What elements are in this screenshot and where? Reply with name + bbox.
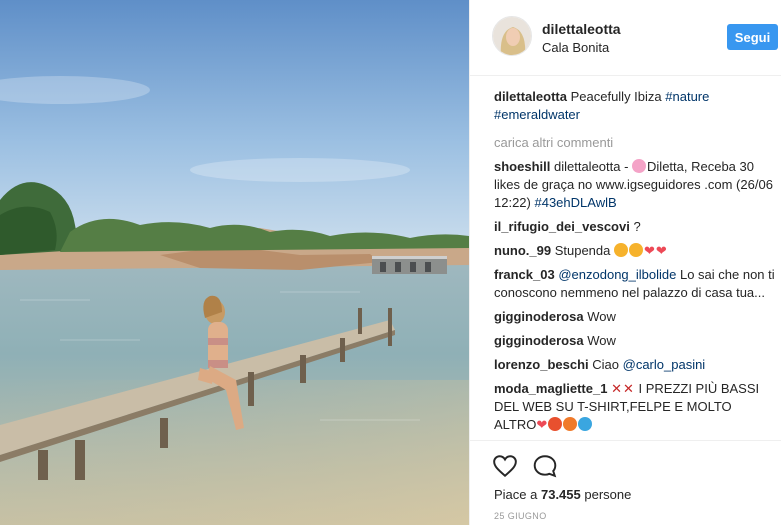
comment-text: Stupenda bbox=[554, 243, 611, 258]
comments-list: dilettaleotta Peacefully Ibiza #nature #… bbox=[494, 88, 776, 438]
heart-emoji-icon: ❤ bbox=[536, 417, 548, 432]
load-more-comments-link[interactable]: carica altri commenti bbox=[494, 134, 776, 152]
comment-item: gigginoderosa Wow bbox=[494, 332, 776, 350]
cross-emoji-icon: ✕ bbox=[611, 381, 622, 396]
mention-link[interactable]: @carlo_pasini bbox=[623, 357, 706, 372]
comment-text: ? bbox=[633, 219, 641, 234]
comment-item: moda_magliette_1 ✕✕ I PREZZI PIÙ BASSI D… bbox=[494, 380, 776, 434]
hashtag-link[interactable]: #43ehDLAwlB bbox=[534, 195, 616, 210]
post-username[interactable]: dilettaleotta bbox=[542, 21, 621, 37]
orange-circle-emoji-icon bbox=[563, 417, 578, 431]
post-actions: Piace a 73.455 persone 25 GIUGNO bbox=[470, 440, 781, 525]
comment-text: Wow bbox=[587, 309, 616, 324]
likes-suffix: persone bbox=[580, 487, 632, 502]
heart-outline-icon[interactable] bbox=[492, 453, 518, 479]
comment-username[interactable]: il_rifugio_dei_vescovi bbox=[494, 219, 630, 234]
likes-prefix: Piace a bbox=[494, 487, 541, 502]
caption: dilettaleotta Peacefully Ibiza #nature #… bbox=[494, 88, 776, 124]
flower-emoji-icon bbox=[632, 159, 647, 173]
comment-item: il_rifugio_dei_vescovi ? bbox=[494, 218, 776, 236]
blue-circle-emoji-icon bbox=[578, 417, 593, 431]
comment-text: Ciao bbox=[592, 357, 623, 372]
hashtag-link[interactable]: #nature bbox=[665, 89, 709, 104]
beach-pier-image bbox=[0, 0, 469, 525]
comment-item: nuno._99 Stupenda ❤❤ bbox=[494, 242, 776, 260]
comment-item: shoeshill dilettaleotta - Diletta, Receb… bbox=[494, 158, 776, 212]
comment-username[interactable]: moda_magliette_1 bbox=[494, 381, 607, 396]
post-sidebar: dilettaleotta Cala Bonita Segui dilettal… bbox=[469, 0, 781, 525]
likes-number: 73.455 bbox=[540, 487, 581, 502]
kiss-emoji-icon bbox=[614, 243, 628, 257]
comment-username[interactable]: shoeshill bbox=[494, 159, 550, 174]
red-circle-emoji-icon bbox=[548, 417, 563, 431]
follow-button[interactable]: Segui bbox=[727, 24, 778, 50]
comment-item: franck_03 @enzodong_ilbolide Lo sai che … bbox=[494, 266, 776, 302]
post-location[interactable]: Cala Bonita bbox=[542, 40, 609, 55]
comment-item: lorenzo_beschi Ciao @carlo_pasini bbox=[494, 356, 776, 374]
comment-text: Wow bbox=[587, 333, 616, 348]
hashtag-link[interactable]: #emeraldwater bbox=[494, 107, 580, 122]
speech-bubble-icon[interactable] bbox=[532, 453, 558, 479]
caption-username[interactable]: dilettaleotta bbox=[494, 89, 567, 104]
cross-emoji-icon: ✕ bbox=[622, 381, 634, 396]
heart-arrow-emoji-icon: ❤ bbox=[655, 243, 667, 258]
post-header: dilettaleotta Cala Bonita Segui bbox=[470, 0, 781, 76]
caption-text: Peacefully Ibiza bbox=[570, 89, 666, 104]
likes-count[interactable]: Piace a 73.455 persone bbox=[494, 487, 631, 502]
post-photo[interactable] bbox=[0, 0, 469, 525]
heart-arrow-emoji-icon: ❤ bbox=[644, 243, 655, 258]
mention-link[interactable]: @enzodong_ilbolide bbox=[558, 267, 676, 282]
avatar[interactable] bbox=[492, 16, 532, 56]
comment-text: dilettaleotta - bbox=[553, 159, 633, 174]
comment-username[interactable]: lorenzo_beschi bbox=[494, 357, 589, 372]
comment-username[interactable]: gigginoderosa bbox=[494, 309, 584, 324]
post-date[interactable]: 25 GIUGNO bbox=[494, 511, 547, 521]
comment-username[interactable]: franck_03 bbox=[494, 267, 555, 282]
comment-username[interactable]: nuno._99 bbox=[494, 243, 551, 258]
comment-item: gigginoderosa Wow bbox=[494, 308, 776, 326]
comment-username[interactable]: gigginoderosa bbox=[494, 333, 584, 348]
heart-eyes-emoji-icon bbox=[629, 243, 643, 257]
